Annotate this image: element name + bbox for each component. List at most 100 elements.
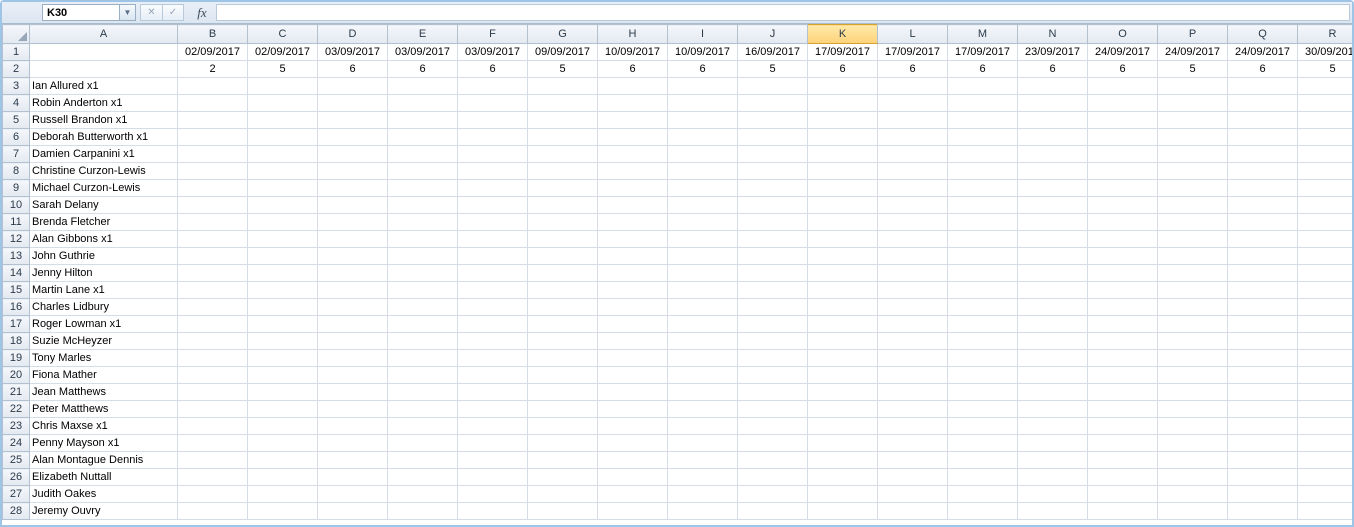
cell-M1[interactable]: 17/09/2017 — [948, 44, 1018, 61]
cell-E13[interactable] — [388, 248, 458, 265]
cell-I5[interactable] — [668, 112, 738, 129]
cell-F7[interactable] — [458, 146, 528, 163]
cell-N19[interactable] — [1018, 350, 1088, 367]
cell-J5[interactable] — [738, 112, 808, 129]
cell-R28[interactable] — [1298, 503, 1353, 520]
cell-N28[interactable] — [1018, 503, 1088, 520]
cell-A17[interactable]: Roger Lowman x1 — [30, 316, 178, 333]
cell-L27[interactable] — [878, 486, 948, 503]
cell-C6[interactable] — [248, 129, 318, 146]
row-header-25[interactable]: 25 — [3, 452, 30, 469]
cell-K9[interactable] — [808, 180, 878, 197]
cell-O20[interactable] — [1088, 367, 1158, 384]
cell-C19[interactable] — [248, 350, 318, 367]
cell-B27[interactable] — [178, 486, 248, 503]
cell-I26[interactable] — [668, 469, 738, 486]
column-header-N[interactable]: N — [1018, 25, 1088, 44]
cell-J15[interactable] — [738, 282, 808, 299]
cell-L7[interactable] — [878, 146, 948, 163]
cell-A6[interactable]: Deborah Butterworth x1 — [30, 129, 178, 146]
cell-N23[interactable] — [1018, 418, 1088, 435]
cell-E27[interactable] — [388, 486, 458, 503]
cell-C27[interactable] — [248, 486, 318, 503]
cell-E25[interactable] — [388, 452, 458, 469]
cell-F2[interactable]: 6 — [458, 61, 528, 78]
cell-I17[interactable] — [668, 316, 738, 333]
cell-B1[interactable]: 02/09/2017 — [178, 44, 248, 61]
cell-M3[interactable] — [948, 78, 1018, 95]
cell-R12[interactable] — [1298, 231, 1353, 248]
cell-I28[interactable] — [668, 503, 738, 520]
cell-O1[interactable]: 24/09/2017 — [1088, 44, 1158, 61]
cell-P27[interactable] — [1158, 486, 1228, 503]
cell-M14[interactable] — [948, 265, 1018, 282]
cell-A14[interactable]: Jenny Hilton — [30, 265, 178, 282]
row-header-2[interactable]: 2 — [3, 61, 30, 78]
cell-P14[interactable] — [1158, 265, 1228, 282]
cell-Q27[interactable] — [1228, 486, 1298, 503]
cell-O6[interactable] — [1088, 129, 1158, 146]
cell-B15[interactable] — [178, 282, 248, 299]
cell-M4[interactable] — [948, 95, 1018, 112]
cell-K15[interactable] — [808, 282, 878, 299]
cell-K23[interactable] — [808, 418, 878, 435]
row-header-1[interactable]: 1 — [3, 44, 30, 61]
cell-H25[interactable] — [598, 452, 668, 469]
cell-Q25[interactable] — [1228, 452, 1298, 469]
row-header-19[interactable]: 19 — [3, 350, 30, 367]
cell-R16[interactable] — [1298, 299, 1353, 316]
cell-A1[interactable] — [30, 44, 178, 61]
cell-D13[interactable] — [318, 248, 388, 265]
column-header-P[interactable]: P — [1158, 25, 1228, 44]
cell-K5[interactable] — [808, 112, 878, 129]
cell-C10[interactable] — [248, 197, 318, 214]
cell-P7[interactable] — [1158, 146, 1228, 163]
fx-icon[interactable]: fx — [188, 2, 216, 23]
cell-H3[interactable] — [598, 78, 668, 95]
cell-J23[interactable] — [738, 418, 808, 435]
cell-L13[interactable] — [878, 248, 948, 265]
cell-R25[interactable] — [1298, 452, 1353, 469]
cell-O15[interactable] — [1088, 282, 1158, 299]
cell-K2[interactable]: 6 — [808, 61, 878, 78]
cell-M23[interactable] — [948, 418, 1018, 435]
cell-E8[interactable] — [388, 163, 458, 180]
cell-P25[interactable] — [1158, 452, 1228, 469]
cell-A24[interactable]: Penny Mayson x1 — [30, 435, 178, 452]
enter-button[interactable]: ✓ — [162, 4, 184, 21]
cell-B11[interactable] — [178, 214, 248, 231]
cell-C23[interactable] — [248, 418, 318, 435]
cell-Q16[interactable] — [1228, 299, 1298, 316]
cell-K26[interactable] — [808, 469, 878, 486]
cell-J26[interactable] — [738, 469, 808, 486]
cell-H1[interactable]: 10/09/2017 — [598, 44, 668, 61]
cell-R2[interactable]: 5 — [1298, 61, 1353, 78]
cell-D3[interactable] — [318, 78, 388, 95]
cell-H4[interactable] — [598, 95, 668, 112]
cell-A27[interactable]: Judith Oakes — [30, 486, 178, 503]
cell-J19[interactable] — [738, 350, 808, 367]
cell-R3[interactable] — [1298, 78, 1353, 95]
cell-J16[interactable] — [738, 299, 808, 316]
cell-F14[interactable] — [458, 265, 528, 282]
cell-F24[interactable] — [458, 435, 528, 452]
cell-Q9[interactable] — [1228, 180, 1298, 197]
cell-P9[interactable] — [1158, 180, 1228, 197]
cell-H6[interactable] — [598, 129, 668, 146]
cell-N14[interactable] — [1018, 265, 1088, 282]
cell-G11[interactable] — [528, 214, 598, 231]
cell-P5[interactable] — [1158, 112, 1228, 129]
cell-B9[interactable] — [178, 180, 248, 197]
cell-D16[interactable] — [318, 299, 388, 316]
cell-G6[interactable] — [528, 129, 598, 146]
cell-K13[interactable] — [808, 248, 878, 265]
cell-F1[interactable]: 03/09/2017 — [458, 44, 528, 61]
cell-G16[interactable] — [528, 299, 598, 316]
cell-M26[interactable] — [948, 469, 1018, 486]
cell-C24[interactable] — [248, 435, 318, 452]
grid-area[interactable]: ABCDEFGHIJKLMNOPQR 102/09/201702/09/2017… — [2, 24, 1352, 525]
cell-L8[interactable] — [878, 163, 948, 180]
cell-P3[interactable] — [1158, 78, 1228, 95]
cell-G17[interactable] — [528, 316, 598, 333]
cell-L9[interactable] — [878, 180, 948, 197]
